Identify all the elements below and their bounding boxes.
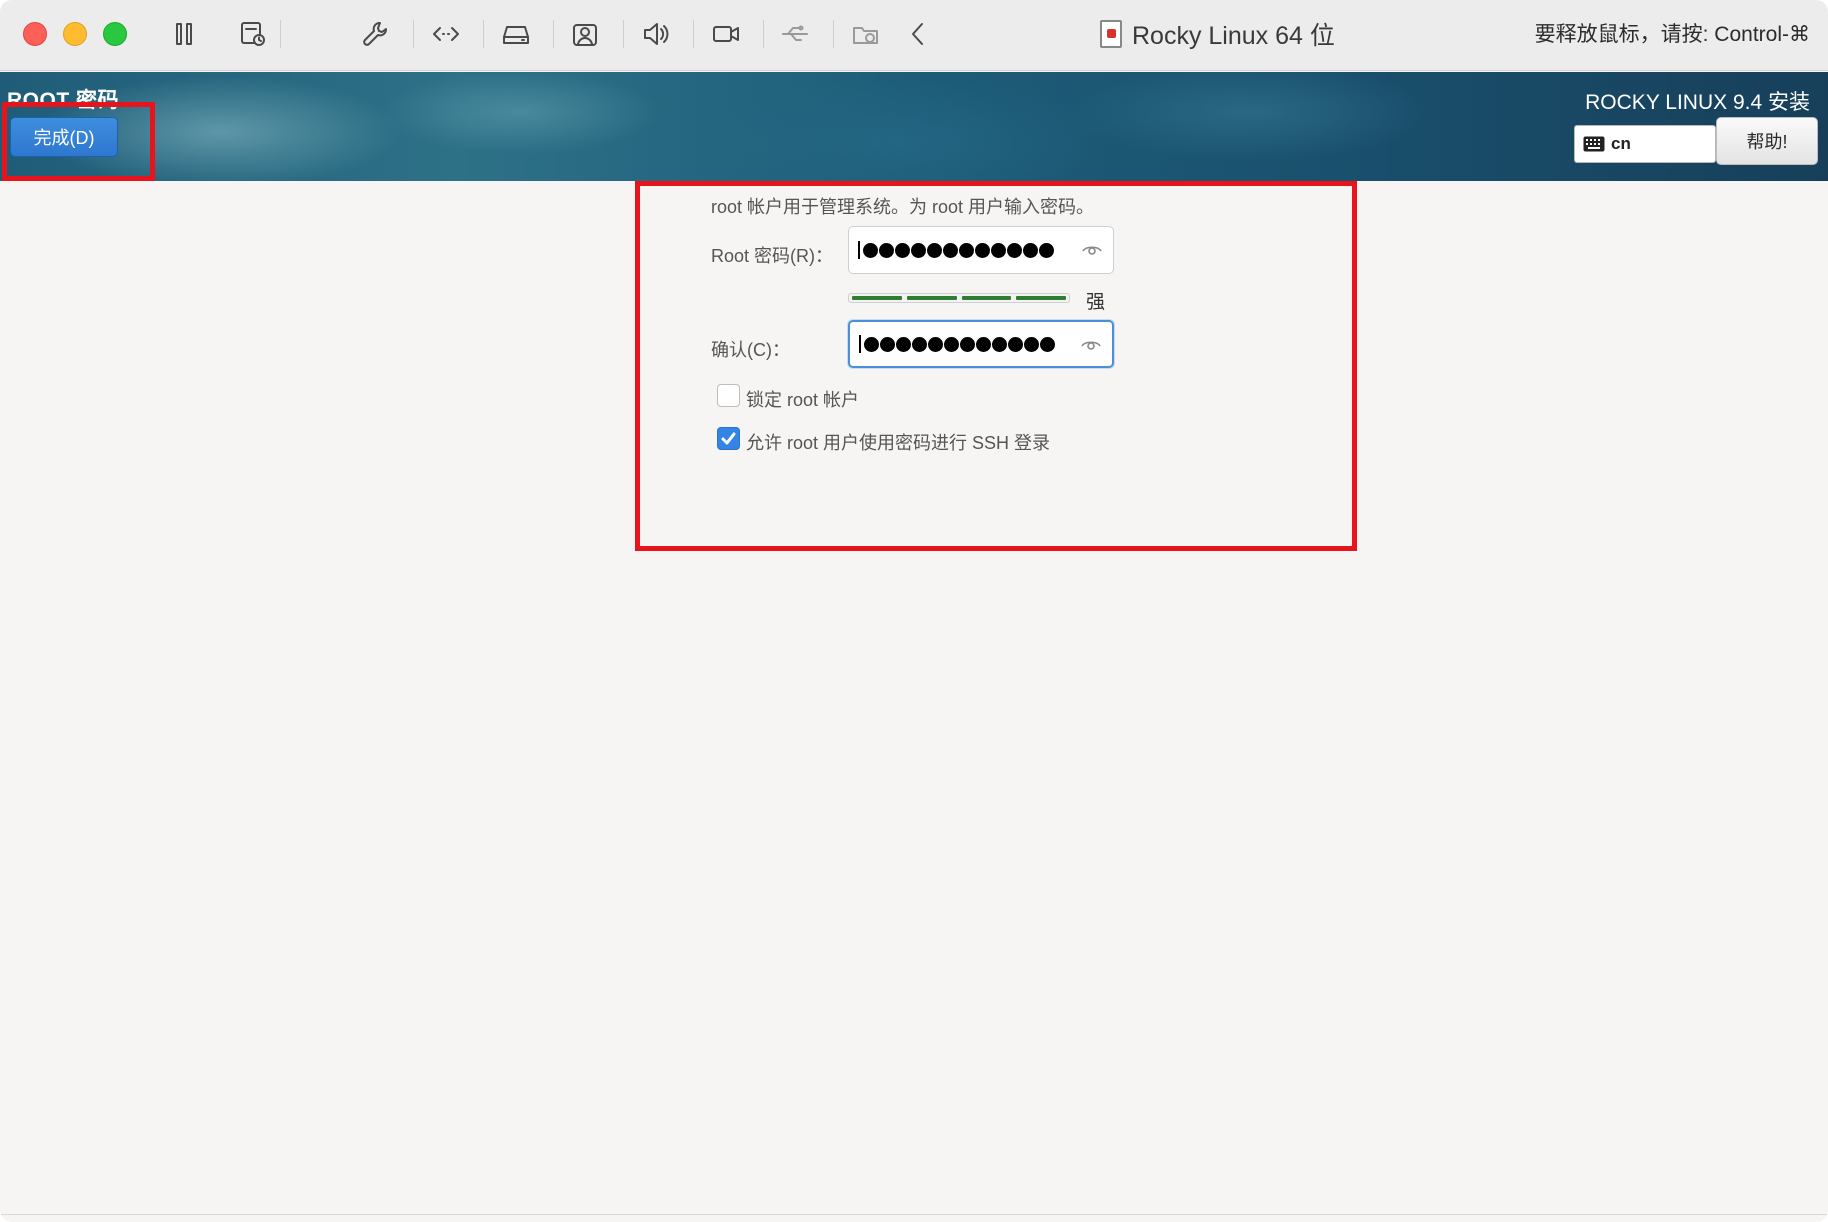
snapshot-icon[interactable] — [235, 16, 271, 52]
window-titlebar: Rocky Linux 64 位 要释放鼠标，请按: Control-⌘ — [0, 0, 1828, 71]
settings-wrench-icon[interactable] — [357, 16, 393, 52]
volume-icon[interactable] — [637, 16, 673, 52]
minimize-window-button[interactable] — [63, 22, 87, 46]
vm-window: Rocky Linux 64 位 要释放鼠标，请按: Control-⌘ ROO… — [0, 0, 1828, 1222]
product-title: ROCKY LINUX 9.4 安装 — [1585, 91, 1810, 114]
maximize-window-button[interactable] — [103, 22, 127, 46]
keyboard-layout-label: cn — [1611, 134, 1631, 153]
disk-icon[interactable] — [498, 16, 534, 52]
close-window-button[interactable] — [23, 22, 47, 46]
highlight-box-form — [635, 181, 1357, 551]
user-icon[interactable] — [567, 16, 603, 52]
highlight-box-done — [2, 102, 155, 181]
installer-header: ROOT 密码 完成(D) ROCKY LINUX 9.4 安装 cn 帮助! — [0, 72, 1828, 181]
usb-icon[interactable] — [777, 16, 813, 52]
help-button[interactable]: 帮助! — [1716, 117, 1818, 165]
document-icon — [1100, 20, 1122, 48]
camera-icon[interactable] — [708, 16, 744, 52]
window-title-text: Rocky Linux 64 位 — [1132, 22, 1335, 50]
keyboard-icon — [1583, 136, 1605, 152]
chevron-left-icon[interactable] — [900, 16, 936, 52]
release-mouse-hint: 要释放鼠标，请按: Control-⌘ — [1534, 23, 1810, 46]
bottom-divider — [0, 1214, 1828, 1215]
keyboard-layout-indicator[interactable]: cn — [1574, 125, 1716, 163]
code-brackets-icon[interactable] — [428, 16, 464, 52]
window-title: Rocky Linux 64 位 — [1100, 16, 1335, 52]
shared-folder-icon[interactable] — [848, 16, 884, 52]
pause-icon[interactable] — [166, 16, 202, 52]
